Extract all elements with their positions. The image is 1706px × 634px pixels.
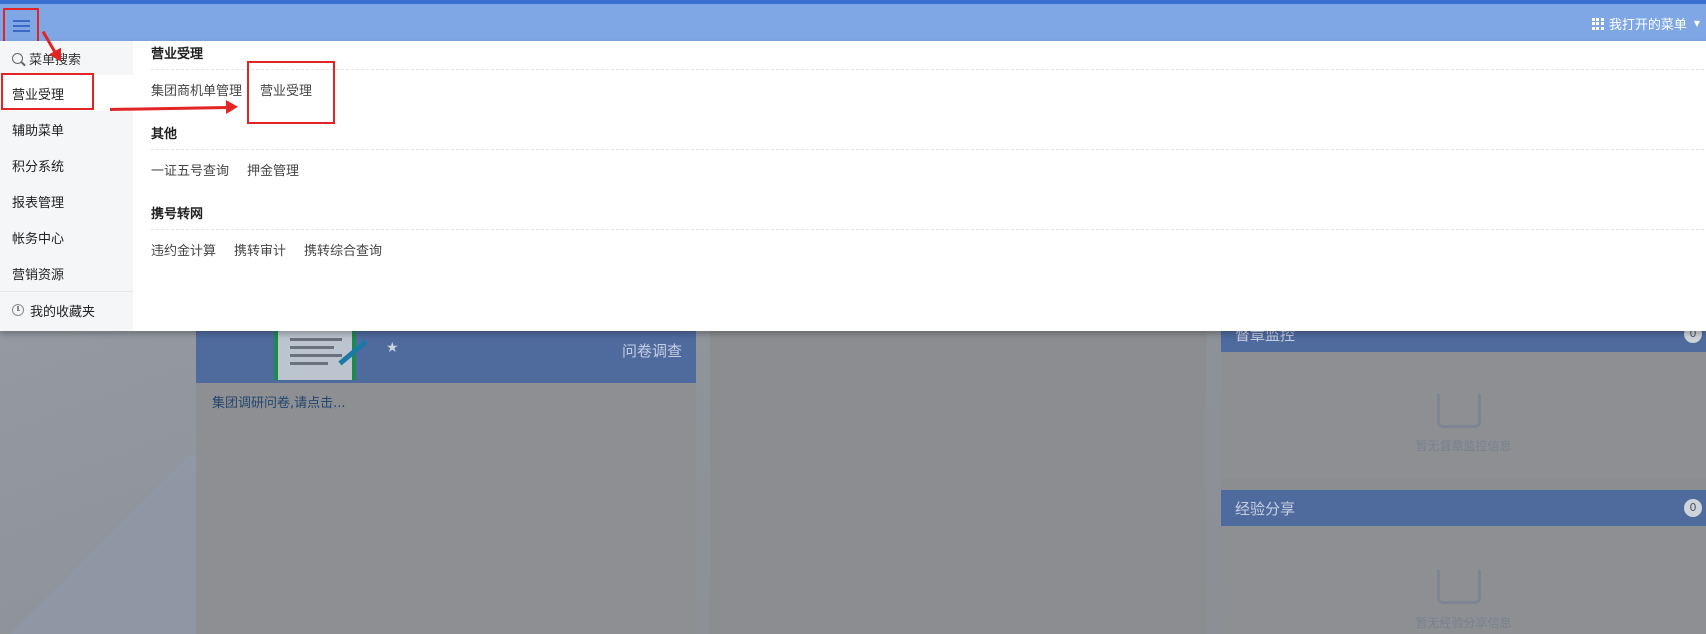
menu-link[interactable]: 携转综合查询 xyxy=(304,240,382,259)
clock-icon xyxy=(12,304,24,316)
menu-group-business: 营业受理 集团商机单管理 营业受理 xyxy=(151,41,1706,99)
highlight-box-link xyxy=(247,61,335,124)
card-title: 经验分享 xyxy=(1235,500,1296,518)
sidebar-item-auxiliary[interactable]: 辅助菜单 xyxy=(0,111,133,147)
survey-banner[interactable]: ★ 问卷调查 xyxy=(196,330,696,383)
menu-link[interactable]: 一证五号查询 xyxy=(151,160,229,179)
decorative-shape xyxy=(0,454,200,634)
menu-link[interactable]: 集团商机单管理 xyxy=(151,80,242,99)
menu-group-other: 其他 一证五号查询 押金管理 xyxy=(151,121,1706,179)
survey-illustration xyxy=(274,330,356,380)
favorites-item[interactable]: 我的收藏夹 xyxy=(0,292,133,328)
menu-link[interactable]: 携转审计 xyxy=(234,240,286,259)
sidebar-item-points[interactable]: 积分系统 xyxy=(0,147,133,183)
chevron-down-icon: ▼ xyxy=(1693,19,1700,28)
search-icon xyxy=(12,52,23,64)
grid-icon xyxy=(1591,17,1604,30)
menu-content: 营业受理 集团商机单管理 营业受理 其他 一证五号查询 押金管理 携号转网 违约… xyxy=(133,41,1706,331)
sidebar-item-marketing[interactable]: 营销资源 xyxy=(0,255,133,291)
sidebar-item-accounts[interactable]: 帐务中心 xyxy=(0,219,133,255)
experience-card-body: 暂无经验分享信息 xyxy=(1221,526,1706,634)
favorites-label: 我的收藏夹 xyxy=(30,304,96,320)
empty-text: 暂无经验分享信息 xyxy=(1415,616,1512,630)
empty-text: 暂无督章监控信息 xyxy=(1415,439,1512,453)
menu-link[interactable]: 押金管理 xyxy=(247,160,299,179)
menu-toggle-button[interactable] xyxy=(3,8,39,44)
group-title: 携号转网 xyxy=(151,207,204,222)
survey-link[interactable]: 集团调研问卷,请点击... xyxy=(212,392,346,411)
monitor-card-body: 暂无督章监控信息 xyxy=(1221,352,1706,478)
group-title: 营业受理 xyxy=(151,47,204,62)
top-bar: 我打开的菜单 ▼ xyxy=(0,0,1706,44)
sidebar-item-reports[interactable]: 报表管理 xyxy=(0,183,133,219)
highlight-box-sidebar xyxy=(1,73,94,110)
menu-group-portability: 携号转网 违约金计算 携转审计 携转综合查询 xyxy=(151,201,1706,259)
menu-link[interactable]: 违约金计算 xyxy=(151,240,216,259)
survey-title: 问卷调查 xyxy=(621,342,682,360)
empty-inbox-icon xyxy=(1437,570,1481,604)
hamburger-icon xyxy=(12,20,30,32)
middle-column xyxy=(710,330,1206,634)
open-menus-label: 我打开的菜单 xyxy=(1608,18,1687,33)
count-badge: 0 xyxy=(1684,499,1702,517)
open-menus-button[interactable]: 我打开的菜单 ▼ xyxy=(1591,14,1700,33)
experience-card-header: 经验分享 0 xyxy=(1221,490,1706,526)
group-title: 其他 xyxy=(151,127,178,142)
star-icon: ★ xyxy=(386,340,399,356)
empty-inbox-icon xyxy=(1437,394,1481,428)
